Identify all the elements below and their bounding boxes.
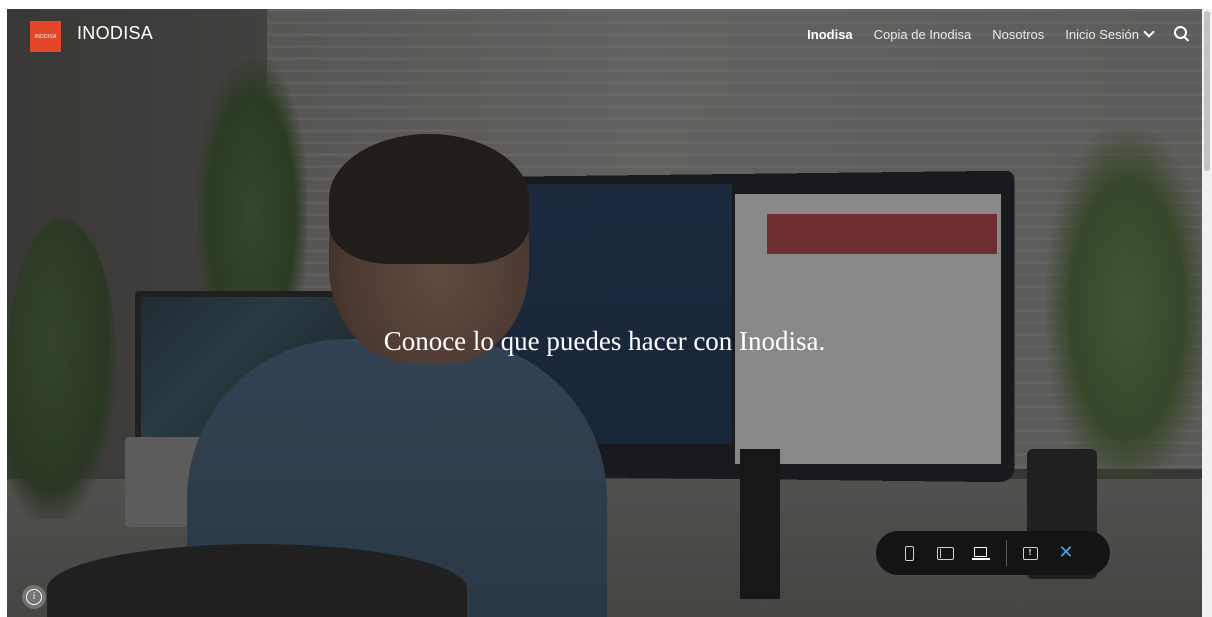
- site-header: INODISA INODISA Inodisa Copia de Inodisa…: [7, 9, 1202, 59]
- site-logo[interactable]: INODISA: [30, 21, 61, 52]
- site-title[interactable]: INODISA: [77, 23, 153, 44]
- nav-item-copia-de-inodisa[interactable]: Copia de Inodisa: [874, 27, 972, 42]
- laptop-icon: [972, 547, 990, 560]
- nav-item-inicio-sesion-label: Inicio Sesión: [1065, 26, 1139, 42]
- laptop-preview-button[interactable]: [970, 542, 992, 564]
- nav-item-inicio-sesion[interactable]: Inicio Sesión: [1065, 25, 1155, 42]
- chevron-down-icon: [1143, 25, 1155, 38]
- close-preview-button[interactable]: ✕: [1055, 542, 1077, 564]
- scrollbar-thumb[interactable]: [1204, 11, 1210, 171]
- hero-heading: Conoce lo que puedes hacer con Inodisa.: [383, 326, 826, 356]
- close-icon: ✕: [1058, 542, 1074, 563]
- phone-preview-button[interactable]: [898, 542, 920, 564]
- tablet-preview-button[interactable]: [934, 542, 956, 564]
- page: INODISA INODISA Inodisa Copia de Inodisa…: [0, 0, 1212, 617]
- search-icon[interactable]: [1174, 26, 1190, 42]
- feedback-button[interactable]: !: [1019, 542, 1041, 564]
- info-button[interactable]: i: [22, 585, 46, 609]
- tablet-icon: [936, 546, 954, 560]
- hero-background: [7, 9, 1202, 617]
- page-scrollbar[interactable]: [1202, 9, 1212, 617]
- toolbar-divider: [1006, 540, 1007, 566]
- preview-toolbar: ! ✕: [876, 531, 1110, 575]
- feedback-icon: !: [1022, 546, 1038, 560]
- phone-icon: [904, 545, 914, 561]
- hero-overlay: [7, 9, 1202, 617]
- info-icon: i: [26, 589, 42, 605]
- top-nav: Inodisa Copia de Inodisa Nosotros Inicio…: [807, 25, 1190, 42]
- nav-item-nosotros[interactable]: Nosotros: [992, 27, 1044, 42]
- logo-text: INODISA: [34, 33, 57, 40]
- nav-item-inodisa[interactable]: Inodisa: [807, 27, 853, 42]
